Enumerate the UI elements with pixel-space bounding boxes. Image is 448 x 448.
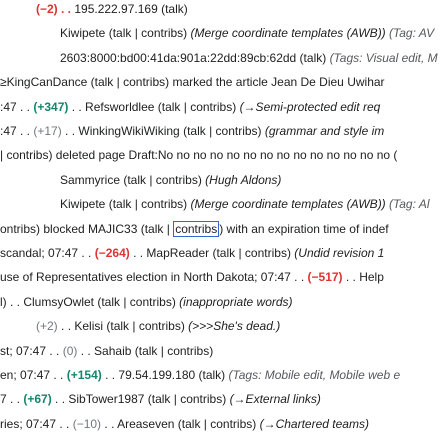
log-entry: ontribs) blocked MAJIC33 (talk | contrib…: [0, 220, 389, 239]
log-entry: ries; 07:47 . . (−10) . . Areaseven (tal…: [0, 417, 369, 434]
log-entry-text[interactable]: . . Sahaib (talk | contribs): [77, 344, 214, 358]
log-entry-text[interactable]: 7 . .: [0, 392, 23, 406]
log-entry-meta: (+347): [33, 99, 69, 114]
log-entry-meta: (Tag: Al: [389, 197, 430, 212]
log-entry: use of Representatives election in North…: [0, 270, 384, 287]
log-entry: Sammyrice (talk | contribs) (Hugh Aldons…: [60, 173, 281, 190]
log-entry-text[interactable]: . . WinkingWikiWiking (talk | contribs): [62, 124, 265, 138]
log-entry-meta: (+17): [33, 124, 62, 138]
log-entry-meta: (+2): [36, 319, 58, 334]
log-entry-text[interactable]: st; 07:47 . .: [0, 344, 63, 358]
log-entry-text[interactable]: . . Kelisi (talk | contribs): [58, 319, 188, 333]
log-entry: ≥KingCanDance (talk | contribs) marked t…: [0, 75, 385, 92]
log-entry-meta: (0): [62, 343, 78, 358]
log-entry-text[interactable]: Sammyrice (talk | contribs): [60, 173, 205, 187]
log-entry-text[interactable]: ) with an expiration time of indef: [219, 222, 388, 236]
log-entry-meta: (−2) . .: [36, 2, 75, 16]
log-entry-text[interactable]: | contribs) deleted page Draft:No no no …: [0, 148, 397, 162]
log-entry-meta: (→Semi-protected edit req: [239, 99, 381, 114]
log-entry-meta: (inappropriate words): [179, 294, 293, 309]
log-entry-text[interactable]: :47 . .: [0, 124, 33, 138]
log-entry: :47 . . (+347) . . Refsworldlee (talk | …: [0, 100, 380, 117]
log-entry-meta: (Merge coordinate templates (AWB)): [190, 26, 390, 41]
log-entry-meta: (+154): [66, 368, 102, 382]
log-entry-meta: (Undid revision 1: [294, 246, 385, 260]
log-entry-text[interactable]: :47 . .: [0, 100, 33, 114]
log-entry-meta: (Tag: AV: [389, 26, 435, 41]
log-entry: en; 07:47 . . (+154) . . 79.54.199.180 (…: [0, 368, 400, 385]
log-entry-meta: (−10): [72, 416, 102, 431]
log-entry-meta: (Tags: Visual edit, M: [329, 50, 438, 65]
log-entry-text[interactable]: . . 79.54.199.180 (talk): [102, 368, 229, 382]
log-entry-text[interactable]: . . MapReader (talk | contribs): [130, 246, 295, 260]
log-entry: | contribs) deleted page Draft:No no no …: [0, 148, 397, 165]
log-entry-meta: (→Chartered teams): [259, 416, 369, 431]
log-entry-text[interactable]: ≥KingCanDance (talk | contribs) marked t…: [0, 75, 385, 89]
log-entry-text[interactable]: ontribs) blocked MAJIC33 (talk |: [0, 222, 173, 236]
log-entry: (−2) . . 195.222.97.169 (talk): [36, 2, 188, 19]
log-entry-meta: (Merge coordinate templates (AWB)): [190, 197, 390, 212]
log-entry: scandal; 07:47 . . (−264) . . MapReader …: [0, 246, 384, 263]
log-entry-meta: (Tags: Mobile edit, Mobile web e: [228, 368, 401, 382]
log-entry-meta: (grammar and style im: [264, 124, 385, 138]
log-entry: 7 . . (+67) . . SibTower1987 (talk | con…: [0, 392, 321, 409]
log-entry-meta: (−517): [307, 270, 343, 285]
log-entry-text[interactable]: 195.222.97.169 (talk): [74, 2, 187, 16]
log-entry: :47 . . (+17) . . WinkingWikiWiking (tal…: [0, 124, 384, 141]
log-entry: 2603:8000:bd00:41da:901a:22dd:89cb:62dd …: [60, 51, 438, 68]
log-entry-text[interactable]: . . Help: [343, 270, 384, 284]
log-entry-text[interactable]: . . SibTower1987 (talk | contribs): [52, 392, 230, 406]
log-entry: Kiwipete (talk | contribs) (Merge coordi…: [60, 26, 434, 43]
log-entry-text[interactable]: . . Refsworldlee (talk | contribs): [68, 100, 239, 114]
log-entry-text[interactable]: . . Areaseven (talk | contribs): [101, 417, 260, 431]
log-entry-meta: (Hugh Aldons): [205, 172, 282, 187]
log-entry-text[interactable]: use of Representatives election in North…: [0, 270, 308, 284]
log-entry: l) . . ClumsyOwlet (talk | contribs) (in…: [0, 295, 293, 312]
log-entry-text[interactable]: Kiwipete (talk | contribs): [60, 197, 191, 211]
log-entry-text[interactable]: l) . . ClumsyOwlet (talk | contribs): [0, 295, 179, 309]
log-entry-text[interactable]: ries; 07:47 . .: [0, 417, 73, 431]
log-entry: st; 07:47 . . (0) . . Sahaib (talk | con…: [0, 344, 213, 361]
log-entry-meta: (−264): [94, 246, 130, 260]
log-entry-meta: (>>>She's dead.): [188, 319, 281, 334]
log-entry-text[interactable]: contribs: [173, 220, 220, 237]
log-entry-text[interactable]: en; 07:47 . .: [0, 368, 67, 382]
log-entry-text[interactable]: scandal; 07:47 . .: [0, 246, 95, 260]
log-entry-text[interactable]: Kiwipete (talk | contribs): [60, 26, 191, 40]
log-entry-meta: (+67): [23, 392, 52, 407]
log-entry: Kiwipete (talk | contribs) (Merge coordi…: [60, 197, 429, 214]
log-entry-text[interactable]: 2603:8000:bd00:41da:901a:22dd:89cb:62dd …: [60, 51, 330, 65]
log-entry-meta: (→External links): [229, 392, 321, 407]
log-entry: (+2) . . Kelisi (talk | contribs) (>>>Sh…: [36, 319, 280, 336]
